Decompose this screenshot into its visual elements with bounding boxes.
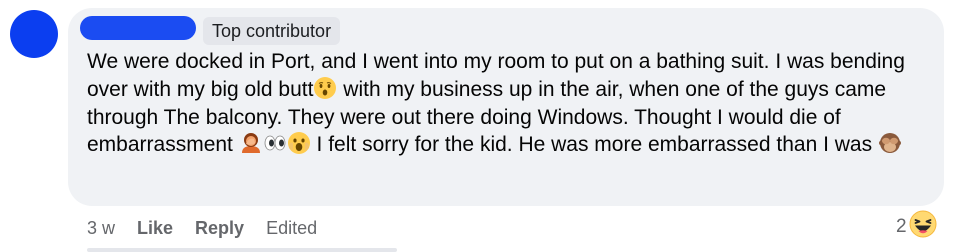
hushed-face-emoji-icon	[313, 76, 337, 100]
haha-reaction-icon	[909, 210, 937, 244]
person-facepalming-emoji-icon	[239, 131, 263, 155]
avatar[interactable]	[10, 10, 58, 58]
next-comment-divider	[87, 248, 397, 252]
reaction-count: 2	[896, 216, 907, 237]
reply-button[interactable]: Reply	[195, 218, 244, 239]
face-screaming-emoji-icon	[287, 131, 311, 155]
comment-actions: 3 w Like Reply Edited	[87, 216, 317, 240]
like-button[interactable]: Like	[137, 218, 173, 239]
top-contributor-badge[interactable]: Top contributor	[203, 17, 341, 45]
author-name-redacted[interactable]	[80, 16, 196, 40]
reactions-summary[interactable]: 2	[896, 210, 937, 244]
see-no-evil-monkey-emoji-icon	[878, 131, 902, 155]
comment-text: We were docked in Port, and I went into …	[87, 48, 931, 159]
comment-text-part-3: I felt sorry for the kid. He was more em…	[310, 133, 878, 157]
comment-timestamp[interactable]: 3 w	[87, 218, 115, 239]
eyes-emoji-icon	[263, 131, 287, 155]
edited-label[interactable]: Edited	[266, 218, 317, 239]
